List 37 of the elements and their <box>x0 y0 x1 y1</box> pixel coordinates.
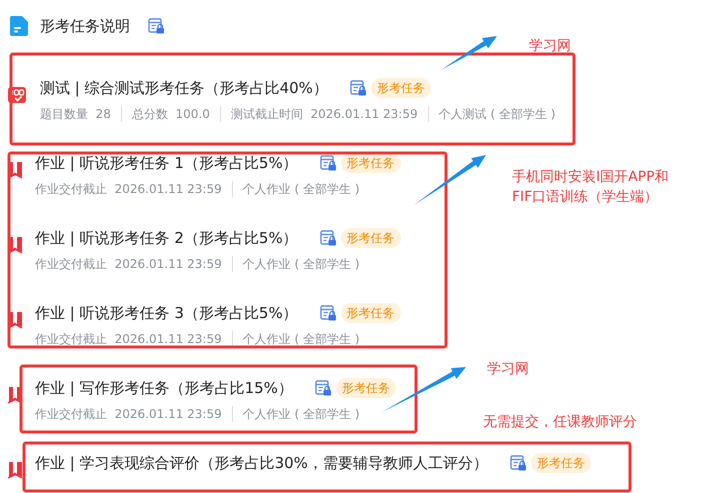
annotation-note: FIF口语训练（学生端） <box>512 188 658 207</box>
task-meta: 个人作业 ( 全部学生 ) <box>242 406 360 423</box>
annotation-note: 无需提交，任课教师评分 <box>483 413 637 432</box>
arrow <box>414 155 486 205</box>
task-meta: 测试截止时间 2026.01.11 23:59 <box>230 106 418 123</box>
task-meta: 作业交付截止 2026.01.11 23:59 <box>35 256 222 273</box>
task-meta: 作业交付截止 2026.01.11 23:59 <box>35 181 222 198</box>
task-title[interactable]: 作业 | 学习表现综合评价（形考占比30%，需要辅导教师人工评分） <box>35 451 488 475</box>
task-title[interactable]: 测试 | 综合测试形考任务（形考占比40%） <box>40 76 328 100</box>
annotation-note: 学习网 <box>487 360 529 379</box>
bookmark-icon <box>8 459 23 480</box>
arrow <box>441 36 497 70</box>
task-meta: 作业交付截止 2026.01.11 23:59 <box>35 331 222 348</box>
annotation-note: 学习网 <box>529 37 571 56</box>
task-meta: 个人测试 ( 全部学生 ) <box>438 106 556 123</box>
task-meta: 题目数量 28 <box>40 106 111 123</box>
task-meta: 总分数 100.0 <box>132 106 210 123</box>
annotation-note: 手机同时安装I国开APP和 <box>512 168 669 187</box>
task-meta: 个人作业 ( 全部学生 ) <box>242 256 360 273</box>
task-tag: 形考任务 <box>370 78 431 98</box>
task-tag: 形考任务 <box>340 228 401 248</box>
task-meta: 个人作业 ( 全部学生 ) <box>242 181 360 198</box>
document-icon <box>10 16 28 36</box>
task-meta: 作业交付截止 2026.01.11 23:59 <box>35 406 222 423</box>
bookmark-icon <box>8 309 23 330</box>
task-tag: 形考任务 <box>340 153 401 173</box>
task-tag: 形考任务 <box>336 378 396 398</box>
bookmark-icon <box>8 234 23 256</box>
bookmark-icon <box>8 159 23 180</box>
task-title[interactable]: 作业 | 听说形考任务 2（形考占比5%） <box>35 226 298 250</box>
task-meta: 个人作业 ( 全部学生 ) <box>242 331 360 348</box>
task-title[interactable]: 作业 | 听说形考任务 1（形考占比5%） <box>35 151 298 175</box>
task-tag: 形考任务 <box>340 303 401 323</box>
task-title[interactable]: 作业 | 听说形考任务 3（形考占比5%） <box>35 301 298 325</box>
task-tag: 形考任务 <box>530 453 591 473</box>
section-title: 形考任务说明 <box>40 16 130 37</box>
task-title[interactable]: 作业 | 写作形考任务（形考占比15%） <box>35 376 293 400</box>
